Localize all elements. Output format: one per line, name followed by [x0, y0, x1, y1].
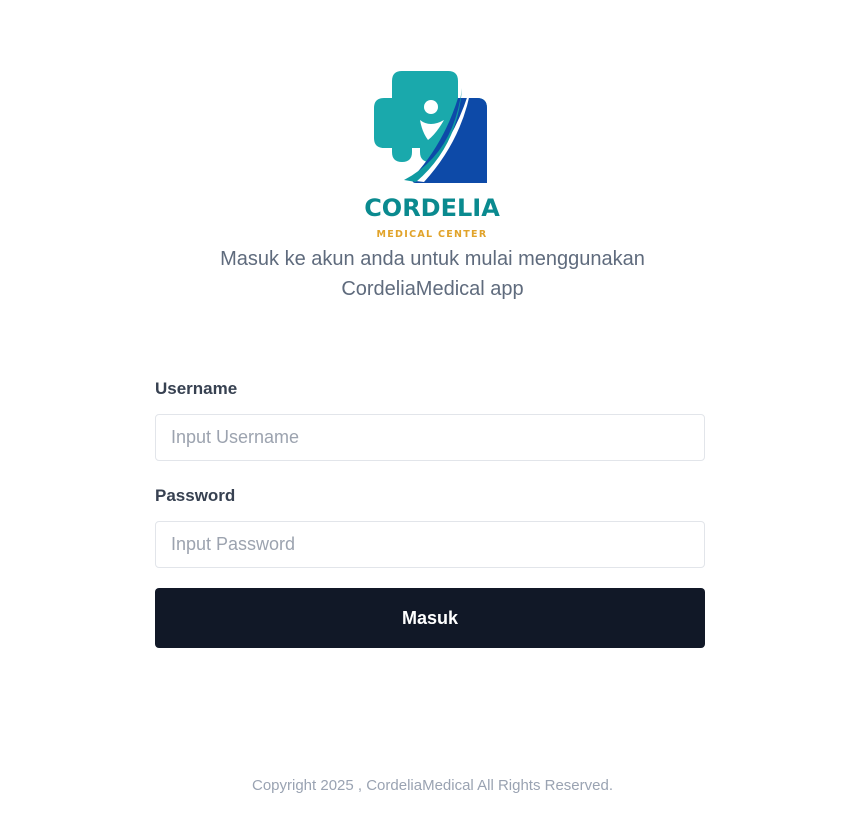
logo-tagline: MEDICAL CENTER [377, 229, 488, 240]
password-label: Password [155, 486, 236, 505]
username-input[interactable] [155, 414, 705, 461]
password-input[interactable] [155, 521, 705, 568]
footer-copyright: Copyright 2025 , CordeliaMedical All Rig… [251, 777, 613, 794]
login-subtitle: Masuk ke akun anda untuk mulai menggunak… [0, 244, 865, 304]
subtitle-line-2: CordeliaMedical app [341, 278, 524, 300]
medical-cross-logo-icon: CORDELIA MEDICAL CENTER [364, 71, 500, 240]
logo-name: CORDELIA [364, 194, 500, 222]
subtitle-line-1: Masuk ke akun anda untuk mulai menggunak… [220, 248, 645, 270]
username-label: Username [155, 379, 238, 398]
cordelia-logo: CORDELIA MEDICAL CENTER [364, 68, 500, 244]
login-button[interactable]: Masuk [155, 588, 705, 648]
